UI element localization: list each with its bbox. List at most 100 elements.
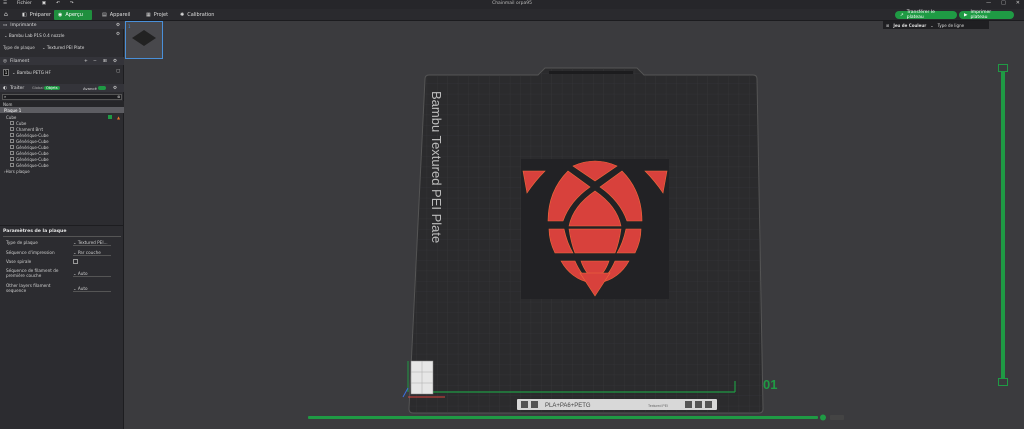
advanced-label: Avancé <box>83 85 97 91</box>
remove-filament-icon[interactable]: − <box>93 59 97 64</box>
plate-badge-icon <box>685 401 692 408</box>
plate-badge-text: PLA+PA6+PETG <box>545 403 591 409</box>
legend-hint[interactable]: ⊞ Jeu de Couleur ⌄ Type de ligne <box>883 21 989 29</box>
param-first-layer-seq-value[interactable]: ⌄ Auto <box>73 271 111 277</box>
tab-prepare[interactable]: ◧ Préparer <box>18 10 54 20</box>
param-other-layers-seq-label: Other layers filament sequence <box>6 283 51 293</box>
param-first-layer-seq-label: Séquence de filament de première couche <box>6 268 59 278</box>
visible-icon[interactable] <box>108 115 112 119</box>
horizontal-slider-handle <box>820 414 826 421</box>
plate-handle <box>549 71 633 74</box>
model-segment <box>568 228 622 254</box>
tab-device[interactable]: ▤ Appareil <box>98 10 138 20</box>
close-button[interactable]: ✕ <box>1016 0 1020 6</box>
tab-calibration[interactable]: ✺ Calibration <box>176 10 224 20</box>
filament-section-header[interactable]: ◎ Filament + − ⊞ ⚙ <box>0 57 124 65</box>
tree-row-plate[interactable]: Plaque 1 <box>0 107 124 113</box>
tree-row-off-plate[interactable]: › Hors plaque <box>0 168 124 174</box>
sync-icon[interactable]: ⊞ <box>103 59 107 64</box>
plate-badge-icon <box>531 401 538 408</box>
slider-bottom-handle[interactable] <box>998 378 1008 386</box>
advanced-toggle[interactable] <box>98 86 106 90</box>
add-filament-icon[interactable]: + <box>84 59 88 64</box>
device-icon: ▤ <box>102 12 107 18</box>
tab-bar: ⌂ ◧ Préparer ◉ Aperçu ▤ Appareil ▦ Proje… <box>0 9 1024 21</box>
spiral-vase-checkbox[interactable] <box>73 259 78 264</box>
navigation-cube <box>410 360 434 395</box>
filament-edit-icon[interactable]: ▢ <box>116 69 120 74</box>
plate-type-label: Type de plaque <box>3 45 35 50</box>
project-icon: ▦ <box>146 12 151 18</box>
part-checkbox[interactable] <box>10 151 14 155</box>
param-plate-type-value[interactable]: ⌄ Textured PEI... <box>73 240 111 246</box>
param-spiral-vase-label: Vase spirale <box>6 259 32 264</box>
plate-number: 01 <box>763 377 777 392</box>
chevron-down-icon: ⌄ <box>930 22 934 28</box>
part-checkbox[interactable] <box>10 157 14 161</box>
plate-type-select[interactable]: ⌄ Textured PEI Plate <box>42 45 84 50</box>
plate-label: Bambu Textured PEI Plate <box>429 91 444 243</box>
param-print-seq-value[interactable]: ⌄ Par couche <box>73 250 111 256</box>
process-icon: ◐ <box>3 85 7 91</box>
param-plate-type-label: Type de plaque <box>6 240 38 245</box>
printer-section-header[interactable]: ▭ Imprimante ⚙ <box>0 21 124 29</box>
printer-select[interactable]: ⌄ Bambu Lab P1S 0.4 nozzle <box>4 33 64 38</box>
plate-badge-icon <box>521 401 528 408</box>
horizontal-slider-end <box>830 415 844 420</box>
params-title-underline <box>3 236 121 237</box>
mode-objects[interactable]: Objets <box>44 86 60 90</box>
part-checkbox[interactable] <box>10 139 14 143</box>
search-icon: ⌕ <box>4 94 7 99</box>
warning-icon: ▲ <box>117 114 121 120</box>
slider-top-handle[interactable] <box>998 64 1008 72</box>
vertical-layer-slider[interactable] <box>998 64 1008 386</box>
part-checkbox[interactable] <box>10 121 14 125</box>
printer-settings-icon[interactable]: ⚙ <box>116 32 120 37</box>
search-input[interactable] <box>2 94 122 100</box>
tab-preview[interactable]: ◉ Aperçu <box>54 10 92 20</box>
filament-settings-icon[interactable]: ⚙ <box>113 59 117 64</box>
params-title: Paramètres de la plaque <box>3 229 67 234</box>
maximize-button[interactable]: □ <box>1001 0 1006 6</box>
param-print-seq-label: Séquence d'impression <box>6 250 55 255</box>
mode-global[interactable]: Global <box>32 86 43 90</box>
plate-badge-sub: Textured PEI <box>648 404 668 408</box>
color-scheme-icon: ⊞ <box>886 22 890 28</box>
horizontal-layer-slider <box>308 416 818 419</box>
send-plate-button[interactable]: ↗ Transférer le plateau <box>895 10 957 20</box>
plate-badge-icon <box>705 401 712 408</box>
title-bar: ☰ Fichier ▣ ↶ ↷ Chainmail orpa95 — □ ✕ <box>0 0 1024 9</box>
params-divider <box>0 225 124 226</box>
part-checkbox[interactable] <box>10 163 14 167</box>
filament-select[interactable]: ⌄ Bambu PETG HF <box>12 70 51 75</box>
process-section-header[interactable]: ◐ Traiter Global Objets Avancé ⚙ <box>0 84 124 92</box>
svg-text:1: 1 <box>128 24 131 29</box>
filament-icon: ◎ <box>3 58 7 64</box>
calibration-icon: ✺ <box>180 12 185 18</box>
filament-slot[interactable]: 1 <box>3 69 9 76</box>
clear-search-icon[interactable]: ⊗ <box>117 94 120 99</box>
window-title: Chainmail orpa95 <box>492 1 532 6</box>
plate-thumbnail[interactable]: 1 <box>125 21 163 59</box>
plate-badge-icon <box>695 401 702 408</box>
printer-icon: ▭ <box>3 22 8 28</box>
eye-icon: ◉ <box>58 12 63 18</box>
z-axis-blue <box>402 387 409 398</box>
print-plate-button[interactable]: ▶ Imprimer plateau <box>959 10 1014 20</box>
slider-track <box>1001 72 1005 378</box>
part-checkbox[interactable] <box>10 145 14 149</box>
thumbnail-image: 1 <box>128 24 156 46</box>
sidebar: ▭ Imprimante ⚙ ⌄ Bambu Lab P1S 0.4 nozzl… <box>0 21 124 429</box>
3d-viewport[interactable]: Bambu Textured PEI Plate 01 PLA+PA6+PETG… <box>125 21 1024 429</box>
home-icon[interactable]: ⌂ <box>4 11 8 18</box>
tab-project[interactable]: ▦ Projet <box>142 10 176 20</box>
send-icon: ↗ <box>900 12 904 18</box>
cube-icon: ◧ <box>22 12 27 18</box>
settings-icon[interactable]: ⚙ <box>116 23 120 28</box>
param-other-layers-seq-value[interactable]: ⌄ Auto <box>73 286 111 292</box>
part-checkbox[interactable] <box>10 127 14 131</box>
minimize-button[interactable]: — <box>986 0 991 6</box>
process-settings-icon[interactable]: ⚙ <box>113 86 117 91</box>
window-controls: — □ ✕ <box>986 0 1020 6</box>
part-checkbox[interactable] <box>10 133 14 137</box>
